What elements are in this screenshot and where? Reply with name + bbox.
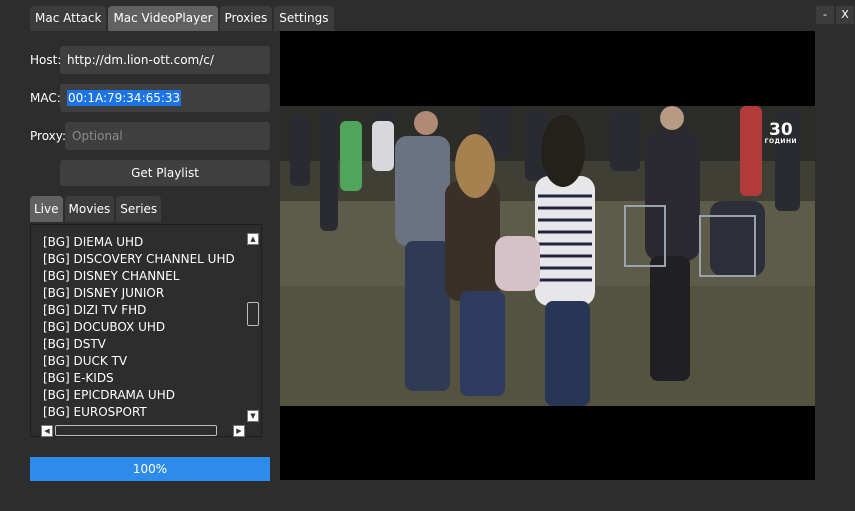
proxy-label: Proxy: <box>30 129 67 143</box>
vertical-scroll-thumb[interactable] <box>247 302 259 326</box>
scroll-right-icon[interactable]: ▶ <box>233 425 245 437</box>
tab-mac-attack[interactable]: Mac Attack <box>30 6 107 31</box>
host-label: Host: <box>30 53 62 67</box>
crowd-scene-image <box>280 106 815 406</box>
logo-word: ГОДИНИ <box>764 138 797 145</box>
tab-live[interactable]: Live <box>30 196 63 222</box>
proxy-input[interactable]: Optional <box>65 122 270 150</box>
list-item[interactable]: [BG] DIZI TV FHD <box>43 302 146 319</box>
video-player[interactable]: 30 ГОДИНИ <box>280 31 815 480</box>
list-item[interactable]: [BG] DISCOVERY CHANNEL UHD <box>43 251 235 268</box>
main-tabbar: Mac Attack Mac VideoPlayer Proxies Setti… <box>30 6 336 31</box>
tab-mac-videoplayer[interactable]: Mac VideoPlayer <box>108 6 218 31</box>
minimize-button[interactable]: - <box>816 6 834 24</box>
host-input[interactable]: http://dm.lion-ott.com/c/ <box>60 46 270 74</box>
channel-logo: 30 ГОДИНИ <box>765 122 797 145</box>
horizontal-scroll-thumb[interactable] <box>55 425 217 436</box>
tab-settings[interactable]: Settings <box>274 6 334 31</box>
close-button[interactable]: X <box>836 6 854 24</box>
vertical-scrollbar[interactable] <box>246 232 260 423</box>
list-item[interactable]: [BG] DISNEY JUNIOR <box>43 285 164 302</box>
list-item[interactable]: [BG] DOCUBOX UHD <box>43 319 165 336</box>
list-item[interactable]: [BG] EPICDRAMA UHD <box>43 387 175 404</box>
video-frame: 30 ГОДИНИ <box>280 106 815 406</box>
scroll-left-icon[interactable]: ◀ <box>41 425 53 437</box>
logo-number: 30 <box>768 120 793 140</box>
mac-selected-text: 00:1A:79:34:65:33 <box>67 90 182 106</box>
list-item[interactable]: [BG] E-KIDS <box>43 370 114 387</box>
scroll-down-icon[interactable]: ▼ <box>247 410 259 422</box>
get-playlist-button[interactable]: Get Playlist <box>60 160 270 186</box>
mac-input[interactable]: 00:1A:79:34:65:33 <box>60 84 270 112</box>
progress-label: 100% <box>132 462 168 476</box>
list-item[interactable]: [BG] DIEMA UHD <box>43 234 143 251</box>
list-item[interactable]: [BG] DISNEY CHANNEL <box>43 268 179 285</box>
tab-proxies[interactable]: Proxies <box>219 6 273 31</box>
progress-bar: 100% <box>30 457 270 481</box>
playlist-tabbar: Live Movies Series <box>30 196 163 222</box>
mac-label: MAC: <box>30 91 61 105</box>
list-item[interactable]: [BG] DUCK TV <box>43 353 127 370</box>
channel-list[interactable]: [BG] DIEMA UHD [BG] DISCOVERY CHANNEL UH… <box>30 224 262 437</box>
tab-series[interactable]: Series <box>116 196 162 222</box>
list-item[interactable]: [BG] EUROSPORT <box>43 404 147 421</box>
list-item[interactable]: [BG] DSTV <box>43 336 106 353</box>
tab-movies[interactable]: Movies <box>64 196 115 222</box>
scroll-up-icon[interactable]: ▲ <box>247 233 259 245</box>
